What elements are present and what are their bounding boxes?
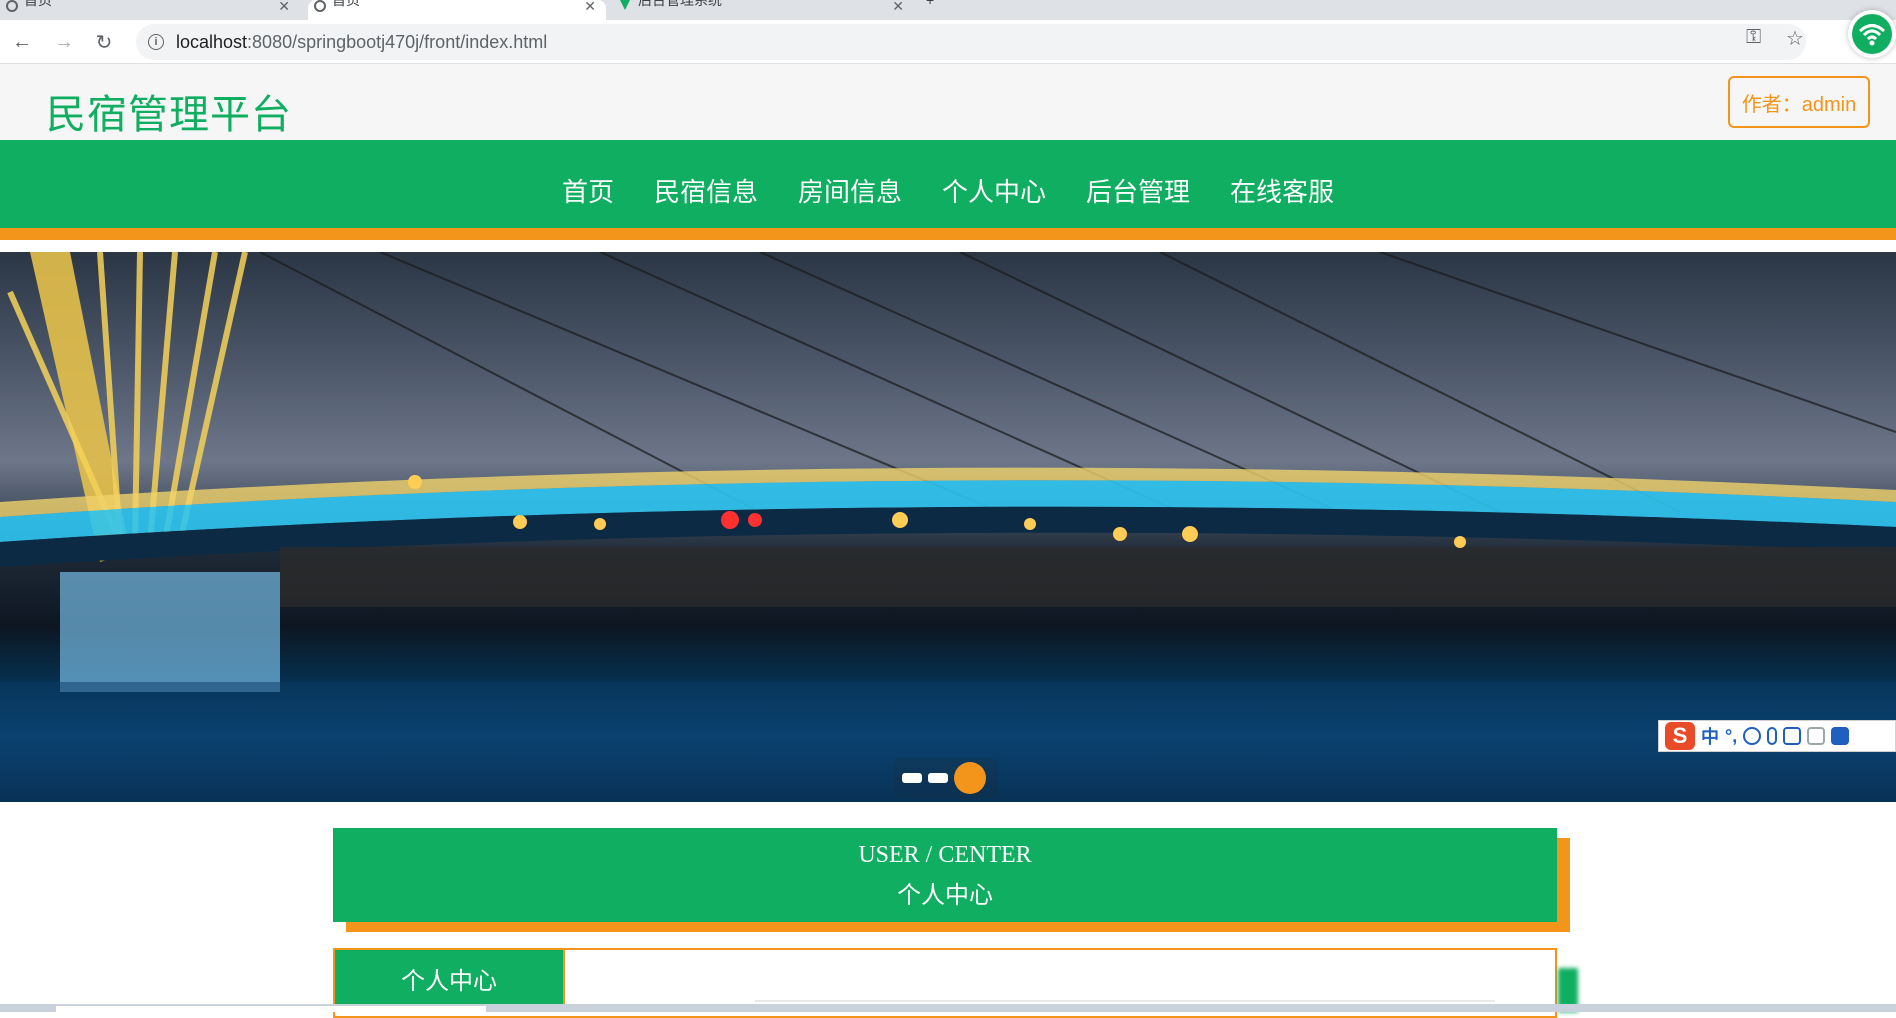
- main-nav: 首页 民宿信息 房间信息 个人中心 后台管理 在线客服: [0, 140, 1896, 240]
- tab-title: 后台管理系统: [638, 0, 722, 8]
- browser-toolbar: ← → ↻ i localhost:8080/springbootj470j/f…: [0, 20, 1896, 64]
- carousel-dot[interactable]: [928, 773, 948, 783]
- sogou-icon[interactable]: S: [1665, 722, 1695, 750]
- banner-carousel[interactable]: [0, 252, 1896, 802]
- carousel-indicators: [894, 758, 998, 798]
- site-header: 民宿管理平台 作者：admin: [0, 64, 1896, 140]
- section-title: USER / CENTER 个人中心: [333, 828, 1557, 922]
- globe-icon: [6, 0, 18, 12]
- close-icon[interactable]: ✕: [892, 0, 904, 15]
- new-tab-button[interactable]: +: [916, 0, 956, 20]
- address-bar[interactable]: i localhost:8080/springbootj470j/front/i…: [136, 24, 1806, 60]
- side-tab-user-center[interactable]: 个人中心: [335, 950, 565, 1006]
- keyboard-icon[interactable]: [1783, 727, 1802, 745]
- ime-punct-label[interactable]: °,: [1725, 726, 1737, 747]
- nav-item-rooms[interactable]: 房间信息: [798, 172, 902, 209]
- carousel-dot-active[interactable]: [954, 762, 986, 794]
- emoji-icon[interactable]: [1743, 727, 1762, 745]
- tab-title: 首页: [24, 0, 52, 8]
- site-title[interactable]: 民宿管理平台: [46, 82, 292, 140]
- vue-icon: [620, 0, 630, 10]
- url-host: localhost: [176, 31, 248, 52]
- info-icon[interactable]: i: [148, 34, 164, 50]
- nav-item-admin[interactable]: 后台管理: [1086, 172, 1190, 209]
- reload-icon[interactable]: ↻: [90, 28, 118, 56]
- browser-tabstrip: 首页 ✕ 首页 ✕ 后台管理系统 ✕ +: [0, 0, 1896, 20]
- wifi-icon: [1852, 14, 1892, 54]
- ime-toolbar: S 中 °,: [1658, 720, 1896, 752]
- banner-image: [0, 252, 1896, 802]
- mic-icon[interactable]: [1767, 727, 1778, 745]
- section-title-en: USER / CENTER: [858, 842, 1032, 868]
- forward-icon[interactable]: →: [50, 28, 78, 56]
- back-icon[interactable]: ←: [8, 28, 36, 56]
- wifi-widget[interactable]: [1848, 10, 1896, 58]
- nav-item-home[interactable]: 首页: [562, 172, 614, 209]
- section-title-zh: 个人中心: [897, 883, 993, 909]
- close-icon[interactable]: ✕: [584, 0, 596, 15]
- star-icon[interactable]: ☆: [1786, 26, 1804, 51]
- url-path: :8080/springbootj470j/front/index.html: [247, 31, 548, 52]
- nav-item-service[interactable]: 在线客服: [1230, 172, 1334, 209]
- nav-item-user-center[interactable]: 个人中心: [942, 172, 1046, 209]
- author-badge[interactable]: 作者：admin: [1728, 76, 1870, 128]
- nav-item-homestay[interactable]: 民宿信息: [654, 172, 758, 209]
- taskbar-window[interactable]: [56, 1006, 486, 1012]
- browser-tab[interactable]: 后台管理系统 ✕: [614, 0, 914, 20]
- globe-icon: [314, 0, 326, 12]
- key-icon[interactable]: ⚿: [1746, 26, 1761, 49]
- browser-tab[interactable]: 首页 ✕: [0, 0, 300, 20]
- tab-title: 首页: [332, 0, 360, 8]
- ime-mode-label[interactable]: 中: [1701, 723, 1719, 749]
- url-text[interactable]: localhost:8080/springbootj470j/front/ind…: [176, 32, 547, 53]
- browser-tab-active[interactable]: 首页 ✕: [308, 0, 606, 20]
- close-icon[interactable]: ✕: [278, 0, 290, 15]
- os-taskbar: [0, 1004, 1896, 1012]
- user-icon[interactable]: [1807, 727, 1826, 745]
- carousel-dot[interactable]: [902, 773, 922, 783]
- plus-icon: +: [926, 0, 935, 8]
- shirt-icon[interactable]: [1831, 727, 1850, 745]
- divider: [755, 1000, 1495, 1002]
